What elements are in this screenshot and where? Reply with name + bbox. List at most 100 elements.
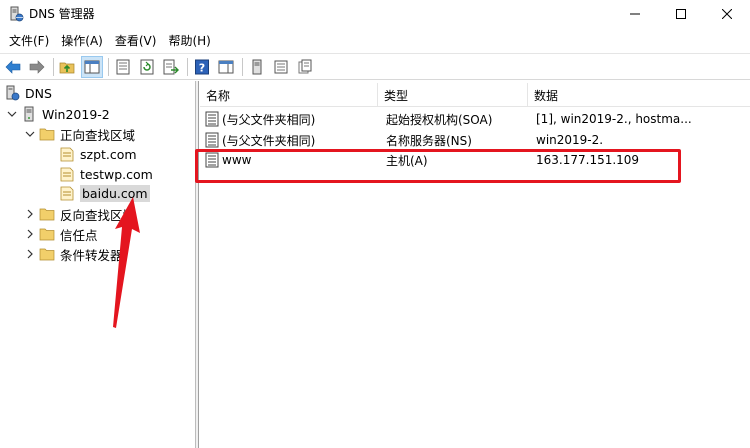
tree-label-zone-testwp: testwp.com (80, 166, 153, 182)
record-name: (与父文件夹相同) (222, 112, 316, 127)
record-name: www (222, 153, 252, 167)
tree-item-trust-points[interactable]: 信任点 (24, 224, 98, 244)
record-name-cell: www (200, 152, 380, 168)
menu-action[interactable]: 操作(A) (55, 30, 109, 51)
tree-label-dns: DNS (25, 85, 52, 101)
table-row[interactable]: (与父文件夹相同) 名称服务器(NS) win2019-2. (200, 129, 750, 151)
dns-manager-icon (8, 6, 24, 22)
record-type: 名称服务器(NS) (386, 133, 472, 148)
close-button[interactable] (704, 0, 750, 27)
menu-help[interactable]: 帮助(H) (162, 30, 216, 51)
pane-splitter[interactable] (196, 81, 199, 448)
title-bar: DNS 管理器 (0, 0, 750, 27)
show-console-tree-button[interactable] (81, 55, 103, 78)
export-list-button[interactable] (160, 56, 182, 78)
record-type: 起始授权机构(SOA) (386, 112, 493, 127)
folder-icon (39, 206, 55, 222)
new-record-button[interactable] (270, 56, 292, 78)
properties-icon (116, 59, 130, 74)
menu-file[interactable]: 文件(F) (3, 30, 55, 51)
close-icon (722, 8, 732, 19)
new-server-icon (252, 59, 262, 74)
toolbar-separator (187, 57, 188, 76)
server-icon (21, 106, 37, 122)
table-row[interactable]: (与父文件夹相同) 起始授权机构(SOA) [1], win2019-2., h… (200, 108, 750, 130)
record-name: (与父文件夹相同) (222, 133, 316, 148)
show-action-pane-button[interactable] (215, 56, 237, 78)
back-button[interactable] (2, 56, 24, 78)
tree-item-dns[interactable]: DNS (4, 83, 52, 103)
record-name-cell: (与父文件夹相同) (200, 132, 380, 149)
tree-item-server[interactable]: Win2019-2 (6, 104, 110, 124)
help-button[interactable]: ? (191, 56, 213, 78)
record-type: 主机(A) (386, 153, 428, 168)
forward-button[interactable] (26, 56, 48, 78)
refresh-button[interactable] (136, 56, 158, 78)
tree-label-trust-points: 信任点 (60, 227, 98, 243)
zone-icon (59, 146, 75, 162)
chevron-right-icon[interactable] (24, 208, 36, 220)
record-icon (205, 152, 219, 168)
column-header-type[interactable]: 类型 (378, 83, 528, 107)
menu-bar: 文件(F) 操作(A) 查看(V) 帮助(H) (0, 29, 750, 51)
chevron-down-icon[interactable] (6, 108, 18, 120)
minimize-button[interactable] (612, 0, 658, 27)
tree-item-forward-zone[interactable]: 正向查找区域 (24, 124, 135, 144)
list-header: 名称 类型 数据 (200, 83, 750, 107)
tree-label-zone-baidu: baidu.com (80, 184, 150, 202)
chevron-down-icon[interactable] (24, 128, 36, 140)
copy-button[interactable] (294, 56, 316, 78)
record-name-cell: (与父文件夹相同) (200, 111, 380, 128)
record-data: 163.177.151.109 (536, 153, 640, 167)
menu-view[interactable]: 查看(V) (109, 30, 163, 51)
copy-icon (298, 59, 312, 73)
toolbar-separator (108, 57, 109, 76)
window-title: DNS 管理器 (29, 7, 95, 21)
show-pane-icon (218, 60, 234, 73)
zone-icon (59, 185, 75, 201)
svg-text:?: ? (199, 61, 205, 74)
up-folder-icon (59, 62, 75, 73)
record-list: 名称 类型 数据 (与父文件夹相同) 起始授权机构(SOA) [1], win2… (200, 81, 750, 448)
tree-item-zone-szpt[interactable]: szpt.com (59, 144, 137, 164)
zone-icon (59, 166, 75, 182)
tree-item-zone-testwp[interactable]: testwp.com (59, 164, 153, 184)
new-server-button[interactable] (246, 56, 268, 78)
folder-icon (39, 226, 55, 242)
record-icon (205, 111, 219, 127)
toolbar-separator (53, 57, 54, 76)
properties-button[interactable] (112, 56, 134, 78)
maximize-button[interactable] (658, 0, 704, 27)
back-icon (5, 59, 21, 74)
tree-label-forward-zone: 正向查找区域 (60, 127, 136, 143)
dns-manager-window: DNS 管理器 文件(F) 操作(A) 查看(V) 帮助(H) ? DNS Wi… (0, 0, 750, 448)
record-data: win2019-2. (536, 133, 604, 147)
chevron-right-icon[interactable] (24, 228, 36, 240)
table-row[interactable]: www 主机(A) 163.177.151.109 (200, 149, 750, 171)
record-icon (205, 132, 219, 148)
maximize-icon (676, 8, 686, 19)
toolbar: ? (0, 53, 750, 80)
export-list-icon (163, 59, 179, 74)
tree-label-conditional-forwarders: 条件转发器 (60, 247, 123, 263)
column-header-data[interactable]: 数据 (528, 83, 750, 107)
record-data: [1], win2019-2., hostma... (536, 112, 692, 126)
tree-label-server: Win2019-2 (42, 106, 110, 122)
tree-label-reverse-zone: 反向查找区域 (60, 207, 136, 223)
new-record-icon (274, 60, 288, 73)
tree-label-zone-szpt: szpt.com (80, 146, 137, 162)
forward-icon (29, 59, 45, 74)
tree-item-zone-baidu[interactable]: baidu.com (59, 183, 150, 203)
console-tree-icon (84, 60, 100, 73)
column-header-name[interactable]: 名称 (200, 83, 378, 107)
toolbar-separator (242, 57, 243, 76)
minimize-icon (630, 13, 640, 14)
tree-item-reverse-zone[interactable]: 反向查找区域 (24, 204, 135, 224)
dns-icon (4, 85, 20, 101)
tree-item-conditional-forwarders[interactable]: 条件转发器 (24, 244, 123, 264)
console-tree: DNS Win2019-2 正向查找区域 szpt.com testwp.com… (0, 81, 196, 448)
refresh-icon (140, 59, 154, 74)
chevron-right-icon[interactable] (24, 248, 36, 260)
help-icon: ? (195, 59, 209, 74)
up-level-button[interactable] (57, 56, 79, 78)
